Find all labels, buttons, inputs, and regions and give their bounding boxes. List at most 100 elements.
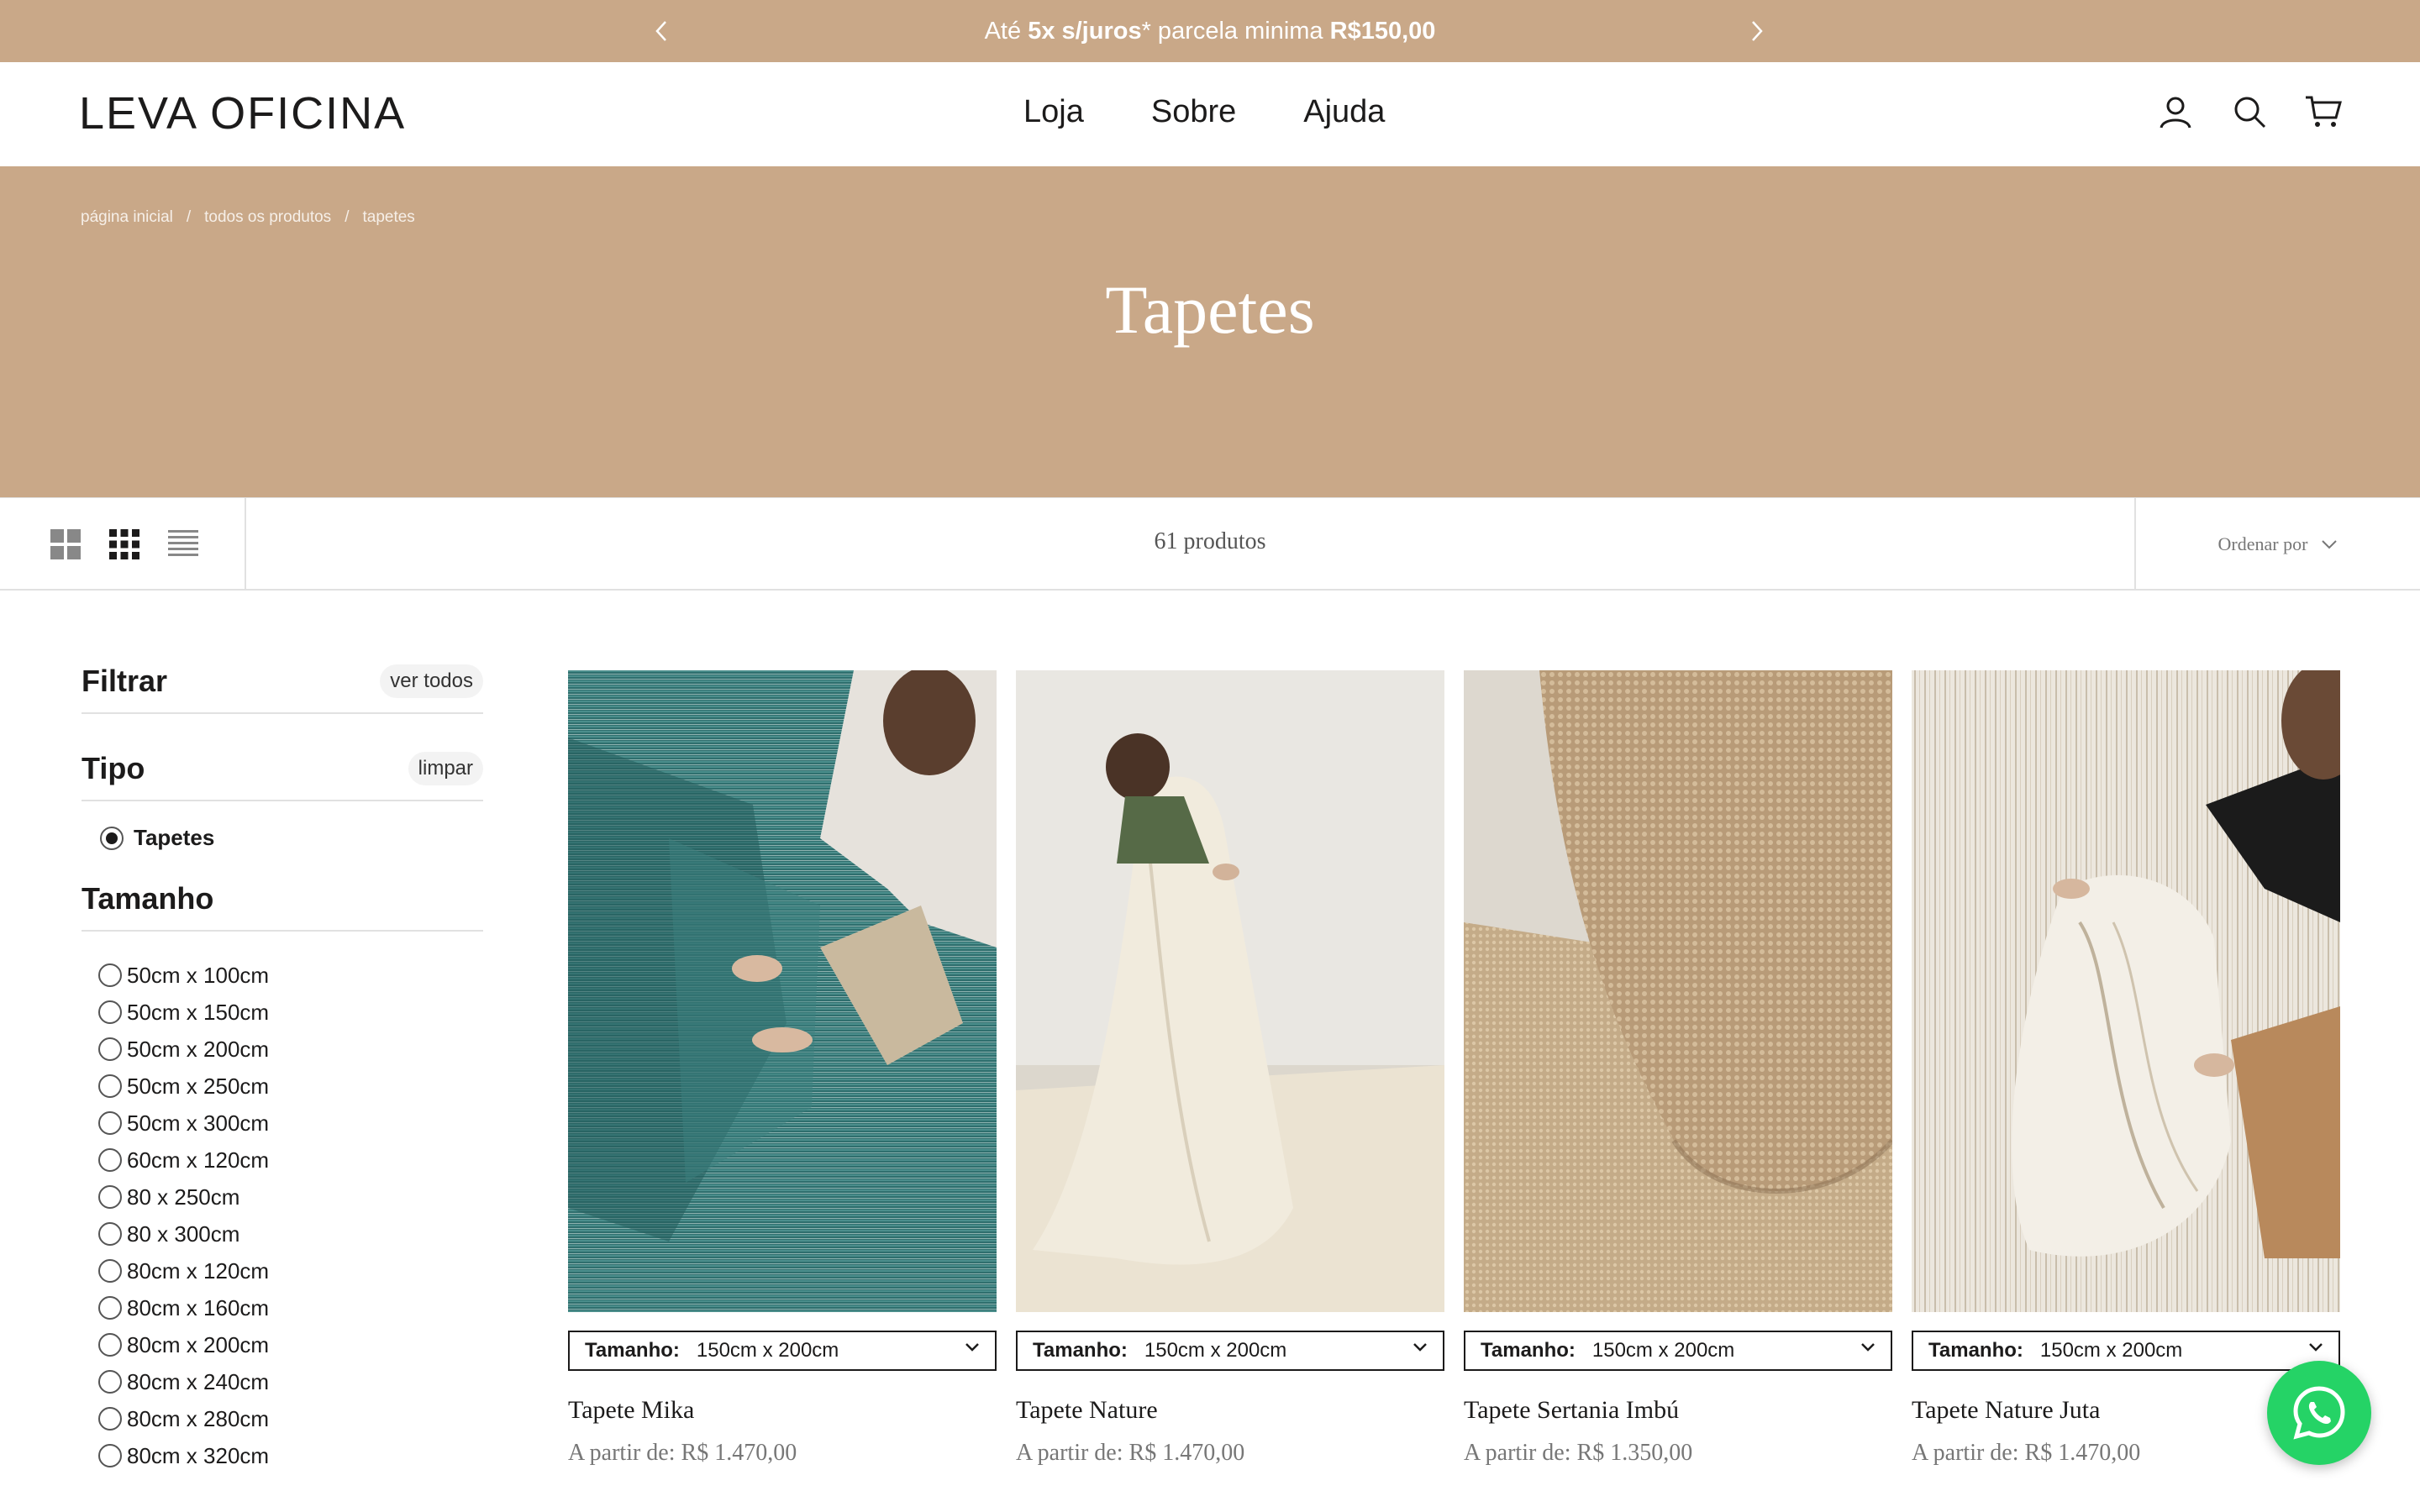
product-name[interactable]: Tapete Mika xyxy=(568,1396,997,1425)
radio[interactable] xyxy=(98,1296,122,1320)
size-option[interactable]: 80cm x 320cm xyxy=(98,1437,483,1474)
nav-item-ajuda[interactable]: Ajuda xyxy=(1303,94,1385,130)
size-option[interactable]: 50cm x 300cm xyxy=(98,1105,483,1142)
size-select-label: Tamanho: xyxy=(1481,1339,1576,1362)
announcement-next-button[interactable] xyxy=(1741,15,1773,47)
size-option-label: 80cm x 160cm xyxy=(127,1294,270,1320)
view-all-button[interactable]: ver todos xyxy=(380,664,483,698)
size-select-label: Tamanho: xyxy=(1928,1339,2023,1362)
size-option[interactable]: 60cm x 120cm xyxy=(98,1142,483,1179)
product-card: Tamanho: 150cm x 200cm Tapete Nature Jut… xyxy=(1912,670,2340,1467)
grid-large-icon[interactable] xyxy=(49,528,82,561)
size-option-label: 80cm x 320cm xyxy=(127,1442,270,1468)
radio[interactable] xyxy=(98,1185,122,1209)
sort-label: Ordenar por xyxy=(2217,533,2308,554)
size-option[interactable]: 80cm x 240cm xyxy=(98,1363,483,1400)
sort-dropdown[interactable]: Ordenar por xyxy=(2134,498,2420,590)
size-option[interactable]: 50cm x 100cm xyxy=(98,957,483,994)
breadcrumb-all-products[interactable]: todos os produtos xyxy=(204,208,331,227)
radio[interactable] xyxy=(98,1037,122,1061)
header-icons xyxy=(2156,92,2343,131)
product-image[interactable] xyxy=(1016,670,1444,1312)
size-option[interactable]: 80 x 250cm xyxy=(98,1179,483,1215)
product-name[interactable]: Tapete Nature xyxy=(1016,1396,1444,1425)
size-select-value: 150cm x 200cm xyxy=(1144,1339,1287,1362)
type-option-label: Tapetes xyxy=(134,825,215,850)
size-select[interactable]: Tamanho: 150cm x 200cm xyxy=(1464,1331,1892,1371)
size-select-value: 150cm x 200cm xyxy=(2039,1339,2183,1362)
breadcrumb-home[interactable]: página inicial xyxy=(81,208,173,227)
site-logo[interactable]: LEVA OFICINA xyxy=(79,87,406,139)
size-option-label: 80 x 250cm xyxy=(127,1184,240,1210)
whatsapp-icon xyxy=(2293,1386,2345,1440)
product-count: 61 produtos xyxy=(1154,528,1266,554)
announcement-prefix: Até xyxy=(984,17,1028,45)
size-option[interactable]: 80cm x 160cm xyxy=(98,1289,483,1326)
filter-sidebar: Filtrar ver todos Tipo limpar Tapetes Ta… xyxy=(82,664,483,1474)
breadcrumb-current[interactable]: tapetes xyxy=(362,208,414,227)
size-select-value: 150cm x 200cm xyxy=(696,1339,839,1362)
radio[interactable] xyxy=(98,1407,122,1431)
size-select[interactable]: Tamanho: 150cm x 200cm xyxy=(1016,1331,1444,1371)
product-image[interactable] xyxy=(1464,670,1892,1312)
cart-icon xyxy=(2306,96,2342,127)
whatsapp-button[interactable] xyxy=(2267,1361,2371,1465)
size-select[interactable]: Tamanho: 150cm x 200cm xyxy=(568,1331,997,1371)
size-option[interactable]: 50cm x 250cm xyxy=(98,1068,483,1105)
type-option-tapetes[interactable]: Tapetes xyxy=(100,825,483,851)
nav-item-sobre[interactable]: Sobre xyxy=(1151,94,1236,130)
product-price: A partir de: R$ 1.470,00 xyxy=(1912,1440,2141,1466)
page-title: Tapetes xyxy=(1105,271,1315,348)
product-image[interactable] xyxy=(568,670,997,1312)
radio[interactable] xyxy=(98,1222,122,1246)
radio[interactable] xyxy=(98,963,122,987)
radio[interactable] xyxy=(98,1259,122,1283)
product-price: A partir de: R$ 1.470,00 xyxy=(1016,1440,1245,1466)
size-select[interactable]: Tamanho: 150cm x 200cm xyxy=(1912,1331,2340,1371)
chevron-left-icon xyxy=(655,21,666,41)
size-option[interactable]: 80cm x 280cm xyxy=(98,1400,483,1437)
size-select-label: Tamanho: xyxy=(1033,1339,1128,1362)
radio[interactable] xyxy=(98,1148,122,1172)
search-button[interactable] xyxy=(2230,92,2269,131)
size-option[interactable]: 80 x 300cm xyxy=(98,1215,483,1252)
account-button[interactable] xyxy=(2156,92,2195,131)
chevron-down-icon xyxy=(1861,1343,1875,1352)
size-option[interactable]: 50cm x 200cm xyxy=(98,1031,483,1068)
size-option[interactable]: 80cm x 120cm xyxy=(98,1252,483,1289)
radio[interactable] xyxy=(98,1000,122,1024)
product-card: Tamanho: 150cm x 200cm Tapete Mika A par… xyxy=(568,670,997,1467)
breadcrumb-separator: / xyxy=(186,208,192,226)
radio[interactable] xyxy=(98,1370,122,1394)
radio-selected[interactable] xyxy=(100,826,124,850)
product-card: Tamanho: 150cm x 200cm Tapete Sertania I… xyxy=(1464,670,1892,1467)
grid-small-icon[interactable] xyxy=(108,528,141,561)
announcement-text: Até 5x s/juros* parcela minima R$150,00 xyxy=(985,18,1436,45)
size-option-label: 80cm x 120cm xyxy=(127,1257,270,1284)
product-card: Tamanho: 150cm x 200cm Tapete Nature A p… xyxy=(1016,670,1444,1467)
announcement-prev-button[interactable] xyxy=(645,15,677,47)
size-filter-title: Tamanho xyxy=(82,881,214,916)
radio[interactable] xyxy=(98,1074,122,1098)
product-image[interactable] xyxy=(1912,670,2340,1312)
type-filter-header[interactable]: Tipo limpar xyxy=(82,751,483,801)
breadcrumb: página inicial / todos os produtos / tap… xyxy=(81,208,415,227)
radio[interactable] xyxy=(98,1111,122,1135)
type-filter-title: Tipo xyxy=(82,751,145,785)
list-view-icon[interactable] xyxy=(166,528,200,561)
size-option-label: 50cm x 100cm xyxy=(127,962,270,988)
size-option-label: 80cm x 240cm xyxy=(127,1368,270,1394)
collection-hero: página inicial / todos os produtos / tap… xyxy=(0,166,2420,497)
cart-button[interactable] xyxy=(2304,92,2343,131)
nav-item-loja[interactable]: Loja xyxy=(1023,94,1084,130)
radio[interactable] xyxy=(98,1333,122,1357)
size-option-label: 80cm x 280cm xyxy=(127,1405,270,1431)
radio[interactable] xyxy=(98,1444,122,1467)
product-name[interactable]: Tapete Sertania Imbú xyxy=(1464,1396,1892,1425)
size-option[interactable]: 80cm x 200cm xyxy=(98,1326,483,1363)
site-header: LEVA OFICINA Loja Sobre Ajuda xyxy=(0,62,2420,166)
clear-type-button[interactable]: limpar xyxy=(408,752,483,785)
size-option-label: 80cm x 200cm xyxy=(127,1331,270,1357)
size-filter-header[interactable]: Tamanho xyxy=(82,881,483,932)
size-option[interactable]: 50cm x 150cm xyxy=(98,994,483,1031)
